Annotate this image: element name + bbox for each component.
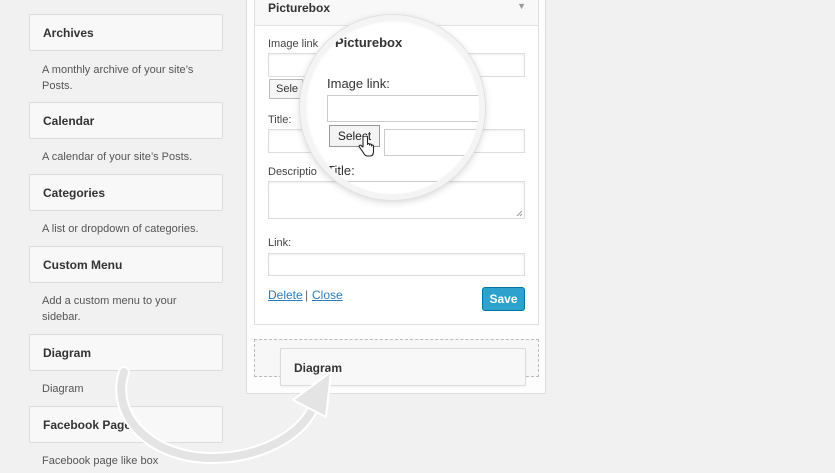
link-label: Link: bbox=[268, 237, 292, 249]
widget-description: A list or dropdown of categories. bbox=[42, 223, 199, 235]
widget-title: Picturebox bbox=[268, 1, 331, 15]
widget-title: Diagram bbox=[294, 361, 343, 375]
select-image-button[interactable]: Sele bbox=[269, 79, 303, 99]
widget-description: Facebook page like box bbox=[42, 455, 159, 467]
widget-description: Add a custom menu to your sidebar. bbox=[42, 295, 177, 323]
save-button[interactable]: Save bbox=[482, 287, 525, 311]
magnifier-zoom: Picturebox Image link: Select Title: bbox=[300, 15, 485, 200]
widget-title: Facebook Page bbox=[43, 418, 132, 432]
widget-diagram[interactable]: Diagram bbox=[29, 334, 223, 371]
widget-title: Diagram bbox=[43, 346, 92, 360]
magnifier-title-input bbox=[384, 129, 479, 156]
widget-categories[interactable]: Categories bbox=[29, 174, 223, 211]
available-widgets-list: Archives A monthly archive of your site’… bbox=[0, 0, 246, 473]
resize-handle-icon[interactable] bbox=[516, 210, 523, 217]
widget-description: Diagram bbox=[42, 383, 84, 395]
widget-archives[interactable]: Archives bbox=[29, 14, 223, 51]
magnifier-title: Picturebox bbox=[335, 35, 403, 50]
widget-description: A monthly archive of your site’s Posts. bbox=[42, 64, 194, 92]
image-link-label: Image link bbox=[268, 38, 319, 50]
widget-description: A calendar of your site’s Posts. bbox=[42, 151, 193, 163]
dragging-widget-diagram[interactable]: Diagram bbox=[280, 348, 526, 386]
widget-title: Calendar bbox=[43, 114, 95, 128]
magnifier-image-link-input bbox=[327, 95, 479, 122]
magnifier-image-link-label: Image link: bbox=[327, 76, 390, 91]
delete-link[interactable]: Delete bbox=[268, 288, 303, 302]
close-link[interactable]: Close bbox=[312, 288, 343, 302]
title-label: Title: bbox=[268, 114, 292, 126]
description-label: Descriptio bbox=[268, 166, 317, 178]
widget-title: Archives bbox=[43, 26, 94, 40]
link-separator: | bbox=[305, 288, 309, 302]
widget-facebook-page[interactable]: Facebook Page bbox=[29, 406, 223, 443]
magnifier-title-label: Title: bbox=[327, 163, 355, 178]
widget-title: Categories bbox=[43, 186, 106, 200]
hand-pointer-icon bbox=[358, 136, 375, 157]
triangle-down-icon[interactable]: ▼ bbox=[517, 1, 526, 11]
link-input[interactable] bbox=[268, 253, 525, 276]
widget-calendar[interactable]: Calendar bbox=[29, 102, 223, 139]
widget-custom-menu[interactable]: Custom Menu bbox=[29, 246, 223, 283]
widget-title: Custom Menu bbox=[43, 258, 123, 272]
